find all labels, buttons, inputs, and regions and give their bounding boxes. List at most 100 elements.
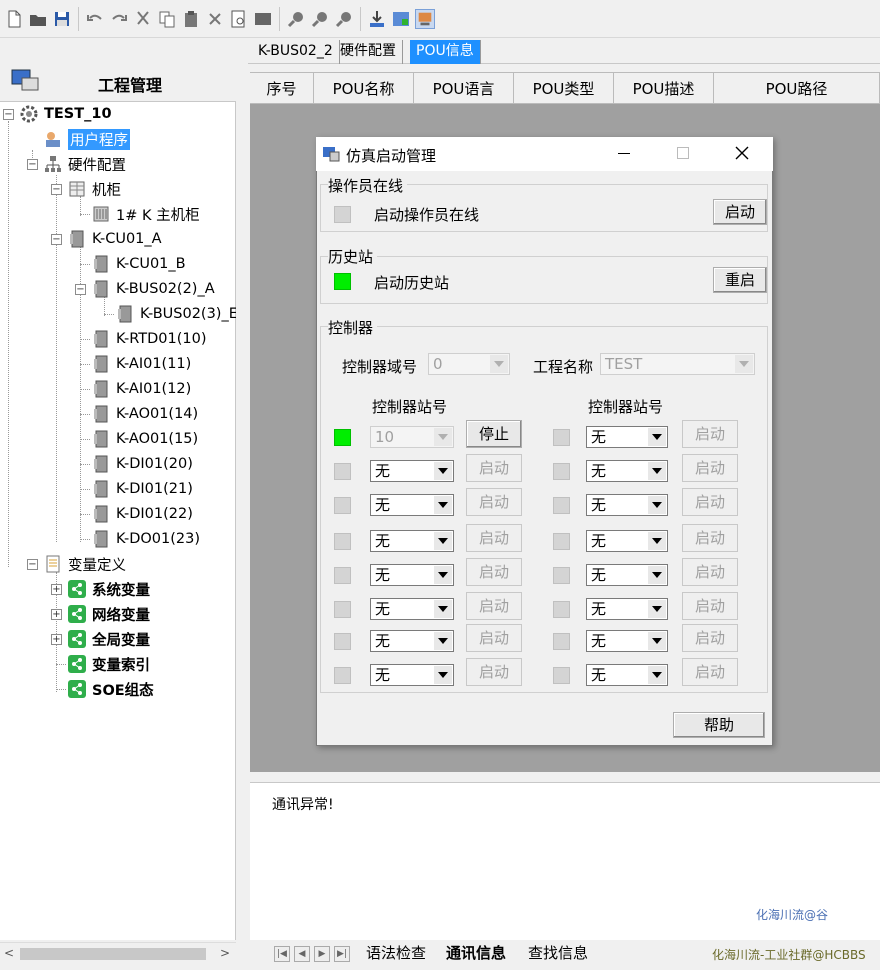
- operator-start-button[interactable]: 启动: [713, 199, 767, 225]
- help-button[interactable]: 帮助: [673, 712, 765, 738]
- left-station-button[interactable]: 停止: [466, 420, 522, 448]
- tree-item-ai11[interactable]: K-AI01(11): [92, 352, 191, 376]
- history-restart-button[interactable]: 重启: [713, 267, 767, 293]
- tree-item-sysvar[interactable]: 系统变量: [68, 577, 150, 601]
- last-tab-icon[interactable]: ▶|: [334, 946, 350, 962]
- redo-icon[interactable]: [109, 9, 129, 29]
- tree-root[interactable]: TEST_10: [20, 102, 112, 126]
- expand-toggle[interactable]: +: [51, 584, 62, 595]
- maximize-icon[interactable]: [677, 147, 689, 159]
- new-file-icon[interactable]: [4, 9, 24, 29]
- tree-item-ao14[interactable]: K-AO01(14): [92, 402, 198, 426]
- tree-item-cabinet[interactable]: 机柜: [68, 177, 121, 201]
- first-tab-icon[interactable]: |◀: [274, 946, 290, 962]
- left-station-select[interactable]: 无: [370, 664, 454, 686]
- right-station-select[interactable]: 无: [586, 426, 668, 448]
- right-station-button[interactable]: 启动: [682, 658, 738, 686]
- col-index[interactable]: 序号: [250, 72, 314, 104]
- right-station-button[interactable]: 启动: [682, 624, 738, 652]
- find-next-icon[interactable]: [334, 9, 354, 29]
- compile-icon[interactable]: [391, 9, 411, 29]
- col-pou-name[interactable]: POU名称: [314, 72, 414, 104]
- expand-toggle[interactable]: +: [51, 634, 62, 645]
- simulate-icon[interactable]: [415, 8, 435, 29]
- right-station-button[interactable]: 启动: [682, 454, 738, 482]
- tree-item-main-cabinet[interactable]: 1# K 主机柜: [92, 202, 200, 226]
- tree-item-ao15[interactable]: K-AO01(15): [92, 427, 198, 451]
- left-horizontal-scrollbar[interactable]: < >: [0, 942, 236, 964]
- scroll-left-icon[interactable]: <: [4, 946, 14, 960]
- left-station-button[interactable]: 启动: [466, 558, 522, 586]
- print-preview-icon[interactable]: [229, 9, 249, 29]
- tree-item-di20[interactable]: K-DI01(20): [92, 452, 193, 476]
- left-station-select[interactable]: 无: [370, 530, 454, 552]
- collapse-toggle[interactable]: −: [3, 109, 14, 120]
- right-station-select[interactable]: 无: [586, 460, 668, 482]
- project-name-select[interactable]: TEST: [600, 353, 755, 375]
- tab-find-info[interactable]: 查找信息: [528, 942, 588, 963]
- tree-item-rtd01[interactable]: K-RTD01(10): [92, 327, 206, 351]
- scroll-thumb[interactable]: [20, 948, 206, 960]
- tree-item-di22[interactable]: K-DI01(22): [92, 502, 193, 526]
- tree-item-user-program[interactable]: 用户程序: [44, 127, 130, 151]
- collapse-toggle[interactable]: −: [75, 284, 86, 295]
- right-station-select[interactable]: 无: [586, 630, 668, 652]
- copy-icon[interactable]: [157, 9, 177, 29]
- left-station-button[interactable]: 启动: [466, 658, 522, 686]
- delete-icon[interactable]: [205, 9, 225, 29]
- window-icon[interactable]: [253, 9, 273, 29]
- collapse-toggle[interactable]: −: [51, 234, 62, 245]
- tree-item-hardware[interactable]: 硬件配置: [44, 152, 126, 176]
- collapse-toggle[interactable]: −: [27, 559, 38, 570]
- tree-item-netvar[interactable]: 网络变量: [68, 602, 150, 626]
- right-station-button[interactable]: 启动: [682, 592, 738, 620]
- expand-toggle[interactable]: +: [51, 609, 62, 620]
- left-station-button[interactable]: 启动: [466, 454, 522, 482]
- tree-item-do23[interactable]: K-DO01(23): [92, 527, 200, 551]
- right-station-select[interactable]: 无: [586, 664, 668, 686]
- prev-tab-icon[interactable]: ◀: [294, 946, 310, 962]
- left-station-select[interactable]: 无: [370, 564, 454, 586]
- search-icon[interactable]: [286, 9, 306, 29]
- collapse-toggle[interactable]: −: [27, 159, 38, 170]
- right-station-select[interactable]: 无: [586, 598, 668, 620]
- tree-item-globalvar[interactable]: 全局变量: [68, 627, 150, 651]
- left-station-select[interactable]: 10: [370, 426, 454, 448]
- open-folder-icon[interactable]: [28, 9, 48, 29]
- right-station-select[interactable]: 无: [586, 494, 668, 516]
- paste-icon[interactable]: [181, 9, 201, 29]
- left-station-select[interactable]: 无: [370, 494, 454, 516]
- tree-item-vardef[interactable]: 变量定义: [44, 552, 126, 576]
- tree-item-ai12[interactable]: K-AI01(12): [92, 377, 191, 401]
- close-icon[interactable]: [733, 144, 751, 162]
- tab-comm-info[interactable]: 通讯信息: [446, 942, 506, 963]
- tree-item-bus02-3[interactable]: K-BUS02(3)_E: [116, 302, 236, 326]
- collapse-toggle[interactable]: −: [51, 184, 62, 195]
- minimize-icon[interactable]: [618, 153, 630, 154]
- col-pou-description[interactable]: POU描述: [614, 72, 714, 104]
- tab-syntax-check[interactable]: 语法检查: [366, 942, 426, 963]
- tree-item-cu01b[interactable]: K-CU01_B: [92, 252, 186, 276]
- tree-item-varindex[interactable]: 变量索引: [68, 652, 150, 676]
- left-station-button[interactable]: 启动: [466, 488, 522, 516]
- right-station-select[interactable]: 无: [586, 530, 668, 552]
- domain-select[interactable]: 0: [428, 353, 510, 375]
- next-tab-icon[interactable]: ▶: [314, 946, 330, 962]
- tree-item-cu01a[interactable]: K-CU01_A: [68, 227, 162, 251]
- undo-icon[interactable]: [85, 9, 105, 29]
- download-icon[interactable]: [367, 9, 387, 29]
- right-station-button[interactable]: 启动: [682, 558, 738, 586]
- tab-k-bus02-2[interactable]: K-BUS02_2: [252, 40, 340, 64]
- col-pou-path[interactable]: POU路径: [714, 72, 880, 104]
- col-pou-language[interactable]: POU语言: [414, 72, 514, 104]
- find-prev-icon[interactable]: [310, 9, 330, 29]
- left-station-select[interactable]: 无: [370, 630, 454, 652]
- scroll-right-icon[interactable]: >: [220, 946, 230, 960]
- col-pou-type[interactable]: POU类型: [514, 72, 614, 104]
- left-station-button[interactable]: 启动: [466, 524, 522, 552]
- tree-item-soe[interactable]: SOE组态: [68, 677, 154, 701]
- left-station-select[interactable]: 无: [370, 460, 454, 482]
- save-icon[interactable]: [52, 9, 72, 29]
- left-station-select[interactable]: 无: [370, 598, 454, 620]
- right-station-button[interactable]: 启动: [682, 488, 738, 516]
